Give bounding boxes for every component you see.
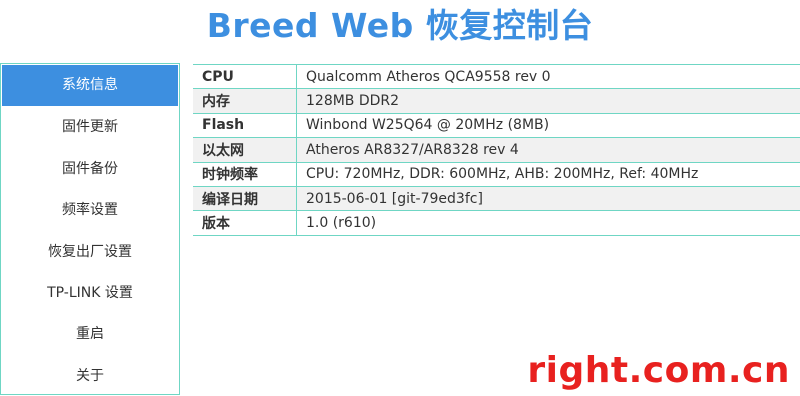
sidebar-item-about[interactable]: 关于 bbox=[1, 356, 179, 396]
table-row: 以太网 Atheros AR8327/AR8328 rev 4 bbox=[193, 137, 800, 163]
sidebar-item-firmware-update[interactable]: 固件更新 bbox=[1, 107, 179, 148]
info-value-ethernet: Atheros AR8327/AR8328 rev 4 bbox=[296, 137, 800, 163]
info-value-build-date: 2015-06-01 [git-79ed3fc] bbox=[296, 185, 800, 212]
page: Breed Web 恢复控制台 系统信息 固件更新 固件备份 频率设置 恢复出厂… bbox=[0, 0, 800, 396]
info-key-ethernet: 以太网 bbox=[193, 137, 297, 163]
info-value-memory: 128MB DDR2 bbox=[296, 88, 800, 114]
table-row: 版本 1.0 (r610) bbox=[193, 210, 800, 236]
table-row: 时钟频率 CPU: 720MHz, DDR: 600MHz, AHB: 200M… bbox=[193, 161, 800, 187]
info-value-clock: CPU: 720MHz, DDR: 600MHz, AHB: 200MHz, R… bbox=[296, 161, 800, 187]
table-row: CPU Qualcomm Atheros QCA9558 rev 0 bbox=[193, 63, 800, 90]
table-row: 编译日期 2015-06-01 [git-79ed3fc] bbox=[193, 185, 800, 212]
sidebar-item-tplink-settings[interactable]: TP-LINK 设置 bbox=[1, 273, 179, 314]
sidebar-item-system-info[interactable]: 系统信息 bbox=[2, 65, 178, 107]
table-row: Flash Winbond W25Q64 @ 20MHz (8MB) bbox=[193, 112, 800, 139]
info-key-version: 版本 bbox=[193, 210, 297, 236]
info-key-clock: 时钟频率 bbox=[193, 161, 297, 187]
info-key-build-date: 编译日期 bbox=[193, 185, 297, 212]
info-key-memory: 内存 bbox=[193, 88, 297, 114]
info-key-flash: Flash bbox=[193, 112, 297, 139]
sidebar-item-factory-reset[interactable]: 恢复出厂设置 bbox=[1, 232, 179, 273]
info-value-flash: Winbond W25Q64 @ 20MHz (8MB) bbox=[296, 112, 800, 139]
sidebar-item-frequency-settings[interactable]: 频率设置 bbox=[1, 190, 179, 231]
sidebar-nav: 系统信息 固件更新 固件备份 频率设置 恢复出厂设置 TP-LINK 设置 重启… bbox=[0, 63, 180, 395]
info-key-cpu: CPU bbox=[193, 63, 297, 90]
table-row: 内存 128MB DDR2 bbox=[193, 88, 800, 114]
page-title: Breed Web 恢复控制台 bbox=[206, 6, 594, 45]
info-value-cpu: Qualcomm Atheros QCA9558 rev 0 bbox=[296, 63, 800, 90]
system-info-table: CPU Qualcomm Atheros QCA9558 rev 0 内存 12… bbox=[193, 63, 800, 236]
sidebar-item-firmware-backup[interactable]: 固件备份 bbox=[1, 149, 179, 190]
info-value-version: 1.0 (r610) bbox=[296, 210, 800, 236]
sidebar-item-reboot[interactable]: 重启 bbox=[1, 314, 179, 355]
watermark-logo: right.com.cn bbox=[527, 350, 790, 391]
